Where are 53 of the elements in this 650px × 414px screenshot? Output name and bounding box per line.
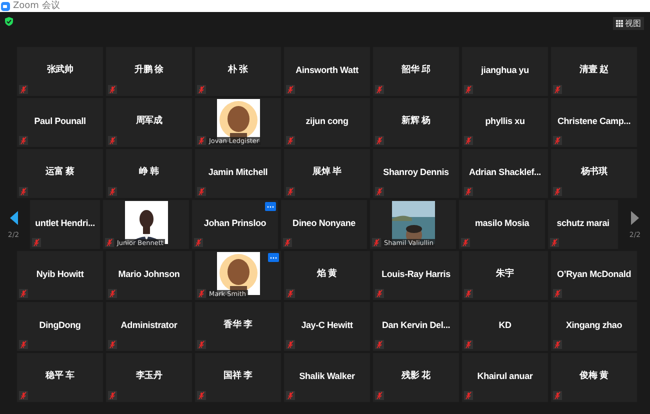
participant-name: Administrator	[120, 320, 178, 330]
participant-name: jianghua yu	[481, 64, 529, 74]
participant-name: Shanroy Dennis	[383, 166, 449, 176]
participant-name: 运富 蔡	[46, 165, 74, 178]
next-page-arrow-icon[interactable]	[631, 210, 639, 224]
more-options-button[interactable]	[265, 202, 276, 211]
participant-name: 韶华 邱	[402, 63, 430, 76]
participant-name: 香华 李	[224, 318, 252, 331]
participant-name: 杨书琪	[580, 165, 608, 178]
participant-name: 升鹏 徐	[134, 63, 164, 76]
participant-name: untlet Hendri...	[35, 218, 95, 228]
participant-name: 焰 黄	[317, 267, 337, 280]
participant-name: Paul Pounall	[34, 116, 86, 126]
more-options-button[interactable]	[268, 253, 279, 262]
participant-name: Shalik Walker	[299, 370, 355, 380]
participant-name: 展焯 毕	[312, 165, 342, 178]
participant-name: 残影 花	[402, 369, 430, 382]
participant-name: zijun cong	[306, 116, 348, 126]
participant-name: 峥 韩	[139, 165, 159, 178]
participant-name: 李玉丹	[136, 369, 162, 382]
participant-name: 周军成	[136, 114, 162, 127]
participant-name: Dineo Nonyane	[292, 218, 356, 228]
participant-name: schutz marai	[556, 218, 610, 228]
participant-name: masilo Mosia	[474, 218, 530, 228]
participant-name: 稳平 车	[46, 369, 74, 382]
participant-name: 清壹 赵	[580, 63, 608, 76]
participant-name: Ainsworth Watt	[296, 64, 358, 74]
participant-name: Jamin Mitchell	[208, 166, 268, 176]
participant-name: O’Ryan McDonald	[556, 268, 631, 278]
participant-name: 新辉 杨	[402, 114, 430, 127]
participant-name: 俊梅 黄	[580, 369, 608, 382]
participant-name: 国祥 李	[224, 369, 252, 382]
participant-name: Jay-C Hewitt	[301, 320, 353, 330]
window-title: Zoom 会议	[13, 0, 60, 12]
previous-page-arrow-icon[interactable]	[10, 210, 18, 224]
participant-name: phyllis xu	[485, 116, 525, 126]
grid-icon	[616, 20, 623, 27]
participant-name: Xingang zhao	[566, 320, 622, 330]
participant-name: Mario Johnson	[118, 268, 180, 278]
participant-name: Adrian Shacklef...	[469, 166, 541, 176]
view-button[interactable]: 视图	[613, 17, 644, 30]
participant-name: 朱宇	[496, 267, 514, 280]
participant-name: Louis-Ray Harris	[382, 268, 450, 278]
participant-name: Nyib Howitt	[36, 268, 84, 278]
shield-icon[interactable]	[5, 17, 13, 26]
participant-name: Dan Kervin Del...	[382, 320, 450, 330]
participant-name: 张武帅	[46, 63, 74, 76]
participant-name: Khairul anuar	[477, 370, 533, 380]
participant-name: DingDong	[39, 320, 81, 330]
participant-name: Johan Prinsloo	[204, 218, 266, 228]
participant-name: Christene Camp...	[557, 116, 631, 126]
participant-name: 朴 张	[228, 63, 248, 76]
participant-name: KD	[498, 320, 512, 330]
